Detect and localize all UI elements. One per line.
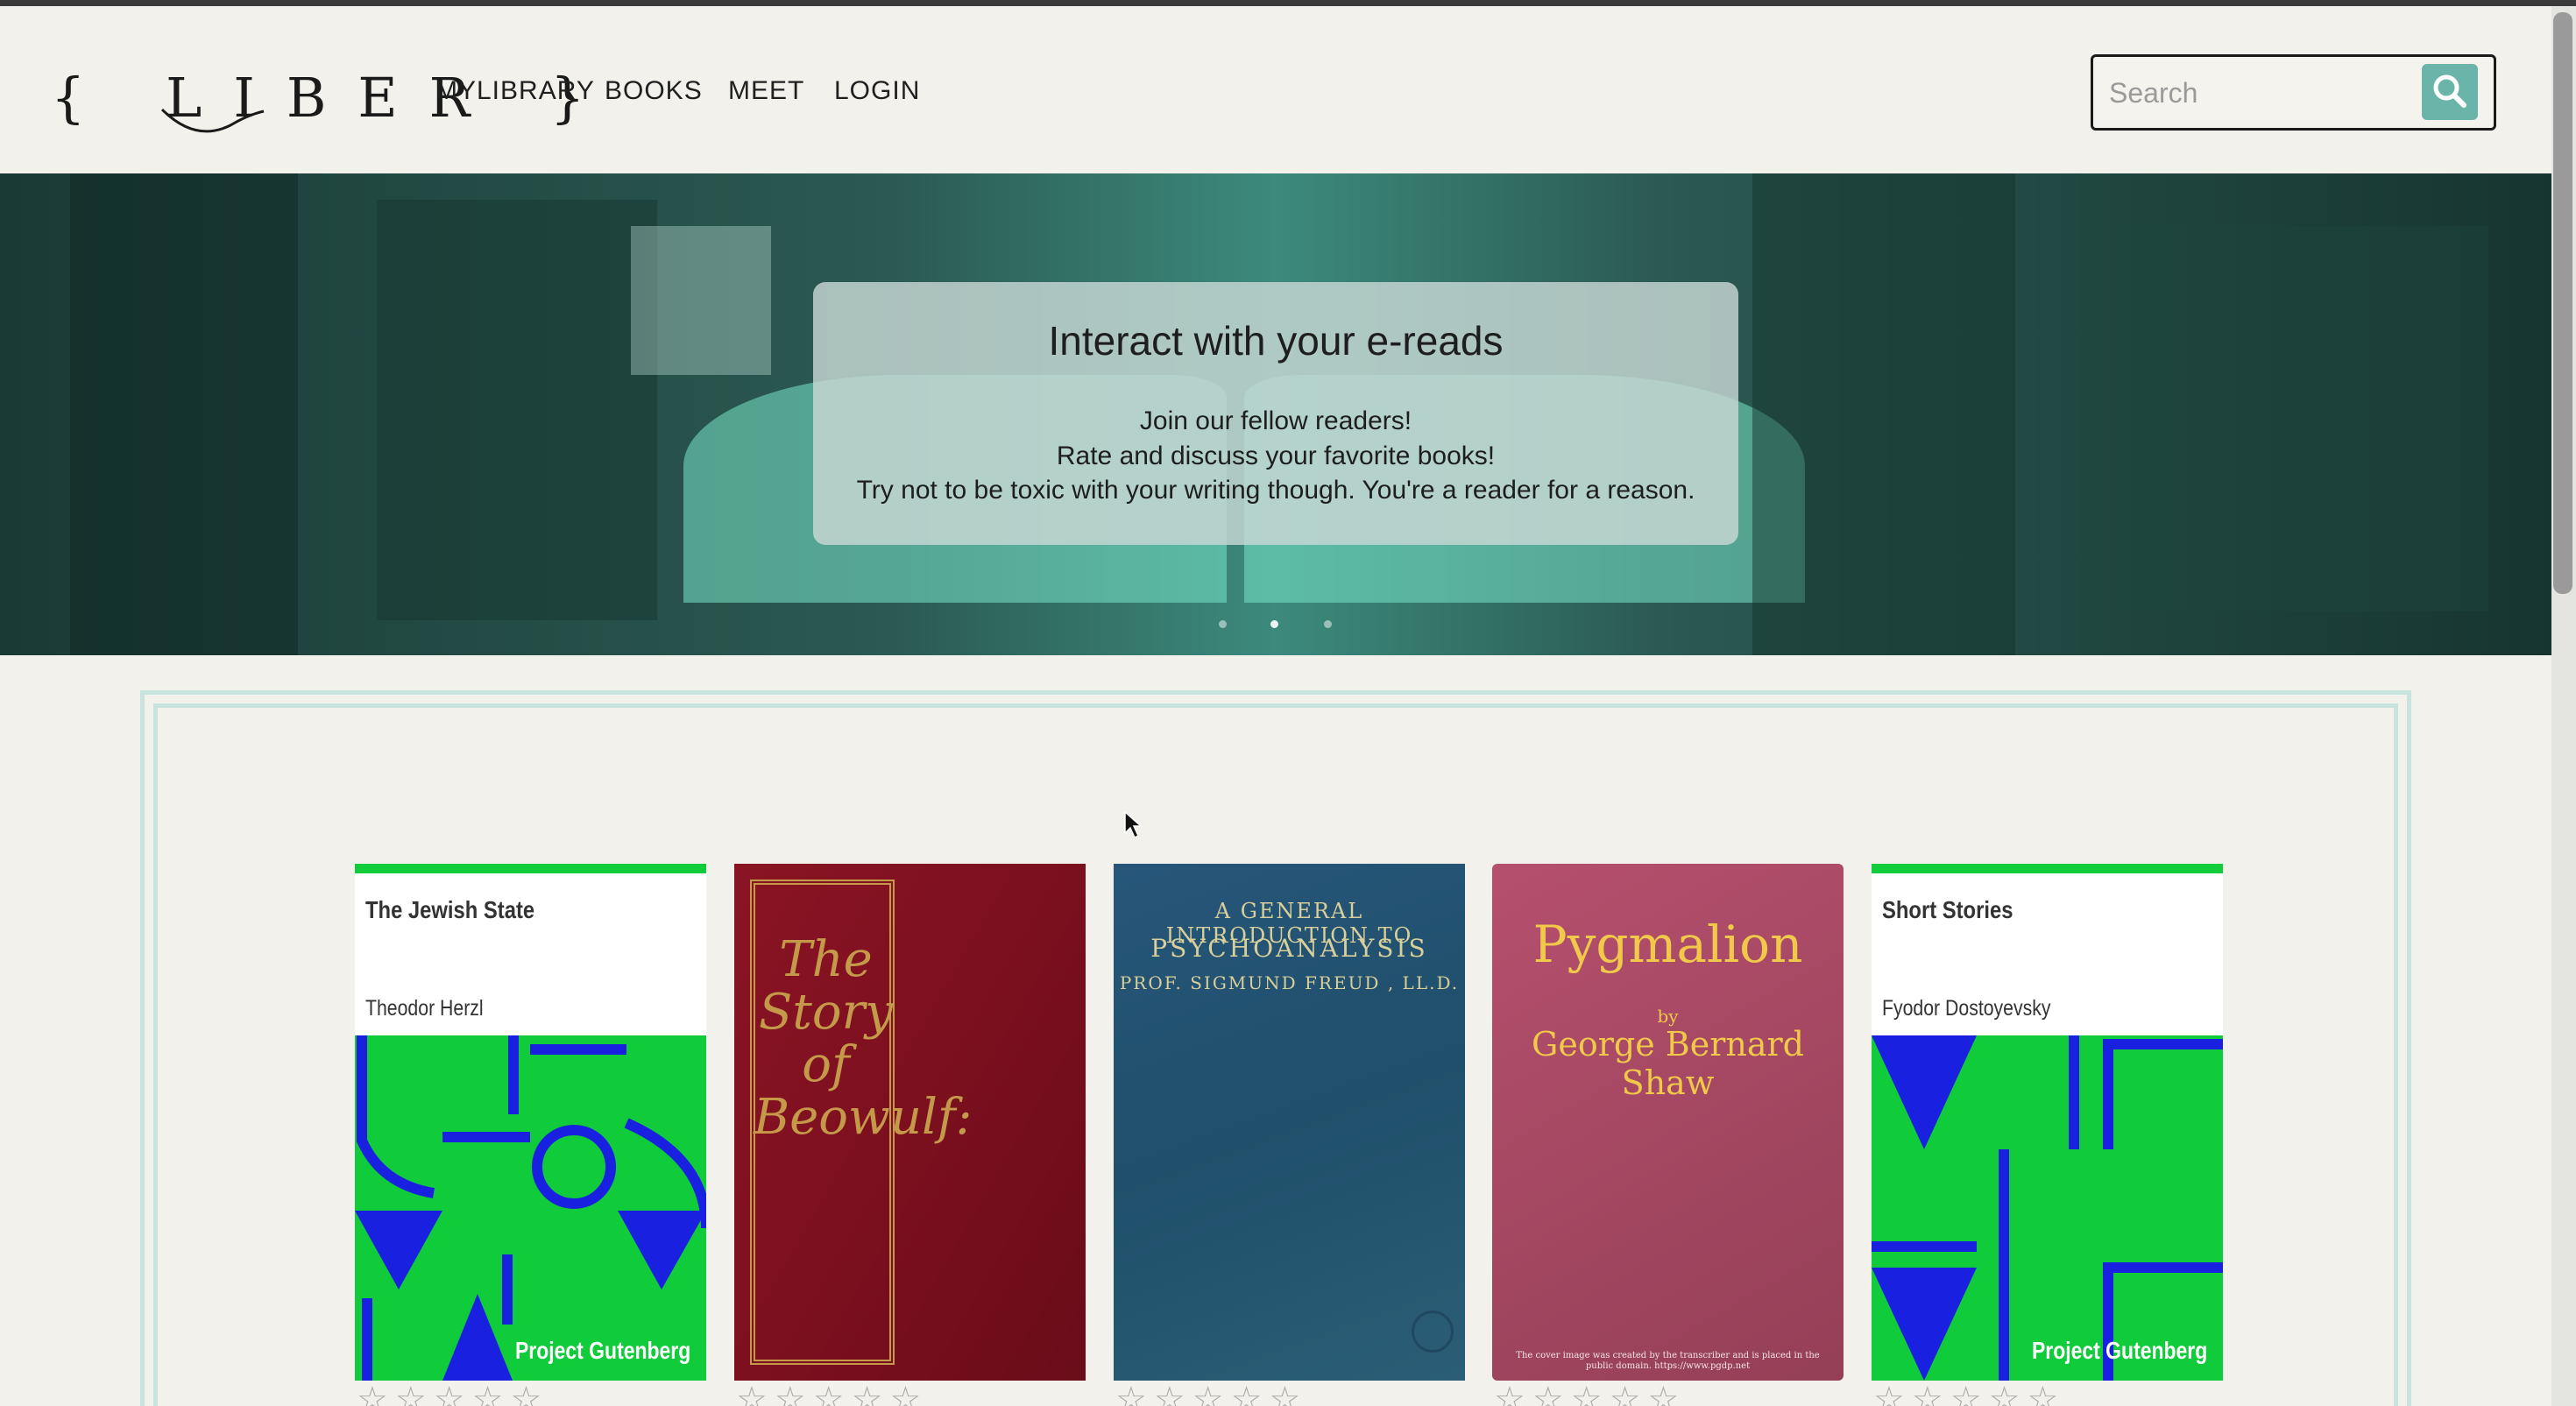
book-cover-by: by (1657, 1006, 1679, 1027)
logo[interactable]: { LIBER } (51, 59, 584, 138)
hero-bg-shelf-right (1752, 173, 2015, 655)
search-button[interactable] (2422, 64, 2478, 120)
hero-bg-shelf-right-2 (2120, 226, 2488, 611)
hero-bg-shelf-left (70, 173, 298, 655)
book-author: Fyodor Dostoyevsky (1882, 996, 2051, 1021)
book-cover-brand: Project Gutenberg (2031, 1337, 2207, 1364)
book-rating-stars[interactable]: ☆☆☆☆☆ (736, 1382, 928, 1406)
logo-swoosh-icon (160, 108, 265, 133)
hero-title: Interact with your e-reads (1048, 318, 1504, 364)
book-cover-author: PROF. SIGMUND FREUD , LL.D. (1119, 972, 1460, 993)
nav-login[interactable]: LOGIN (834, 76, 920, 106)
hero-bg-shelf-left-2 (377, 200, 657, 620)
book-cover-header: The Jewish State Theodor Herzl (355, 864, 706, 1035)
mouse-cursor-icon (1124, 810, 1143, 839)
hero-bg-window (631, 226, 771, 375)
site-header: { LIBER } MYLIBRARY BOOKS MEET LOGIN (0, 6, 2551, 173)
book-card-jewish-state[interactable]: The Jewish State Theodor Herzl Project G… (355, 864, 706, 1381)
top-border (0, 0, 2576, 6)
carousel-dot-1[interactable] (1219, 620, 1227, 628)
book-card-pygmalion[interactable]: Pygmalion by George Bernard Shaw The cov… (1492, 864, 1844, 1381)
carousel-dot-2[interactable] (1270, 620, 1278, 628)
book-cover-author: George Bernard Shaw (1532, 1025, 1804, 1102)
nav-books[interactable]: BOOKS (605, 76, 703, 106)
book-title: Short Stories (1882, 896, 2013, 923)
book-cover-note: The cover image was created by the trans… (1516, 1351, 1820, 1371)
nav-meet[interactable]: MEET (728, 76, 804, 106)
search-icon (2433, 74, 2466, 108)
book-rating-stars[interactable]: ☆☆☆☆☆ (357, 1382, 548, 1406)
book-card-beowulf[interactable]: The Story of Beowulf: (734, 864, 1086, 1381)
carousel-dot-3[interactable] (1324, 620, 1332, 628)
page-scrollbar-thumb[interactable] (2553, 12, 2572, 594)
book-card-short-stories[interactable]: Short Stories Fyodor Dostoyevsky Project… (1872, 864, 2223, 1381)
book-cover-title: PSYCHOANALYSIS (1150, 934, 1428, 963)
hero-line: Join our fellow readers! (1139, 406, 1412, 435)
book-cover-seal-icon (1412, 1311, 1454, 1353)
book-rating-stars[interactable]: ☆☆☆☆☆ (1115, 1382, 1307, 1406)
book-cover-header: Short Stories Fyodor Dostoyevsky (1872, 864, 2223, 1035)
hero-line: Try not to be toxic with your writing th… (856, 476, 1695, 505)
book-author: Theodor Herzl (365, 996, 484, 1021)
book-cover-art (355, 1035, 706, 1381)
book-cover-title: Pygmalion (1532, 915, 1803, 974)
search-box (2091, 54, 2496, 131)
hero-carousel: Interact with your e-reads Join our fell… (0, 173, 2551, 655)
nav-mylibrary[interactable]: MYLIBRARY (435, 76, 595, 106)
book-rating-stars[interactable]: ☆☆☆☆☆ (1873, 1382, 2065, 1406)
book-title: The Jewish State (365, 896, 535, 923)
hero-caption-card: Interact with your e-reads Join our fell… (813, 282, 1738, 545)
search-input[interactable] (2109, 64, 2424, 122)
hero-line: Rate and discuss your favorite books! (1056, 442, 1496, 470)
book-cover-title: The Story of Beowulf: (754, 931, 973, 1146)
book-cover-art (1872, 1035, 2223, 1381)
book-rating-stars[interactable]: ☆☆☆☆☆ (1494, 1382, 1686, 1406)
book-cover-brand: Project Gutenberg (514, 1337, 690, 1364)
book-card-psychoanalysis[interactable]: A GENERAL INTRODUCTION TO PSYCHOANALYSIS… (1114, 864, 1465, 1381)
